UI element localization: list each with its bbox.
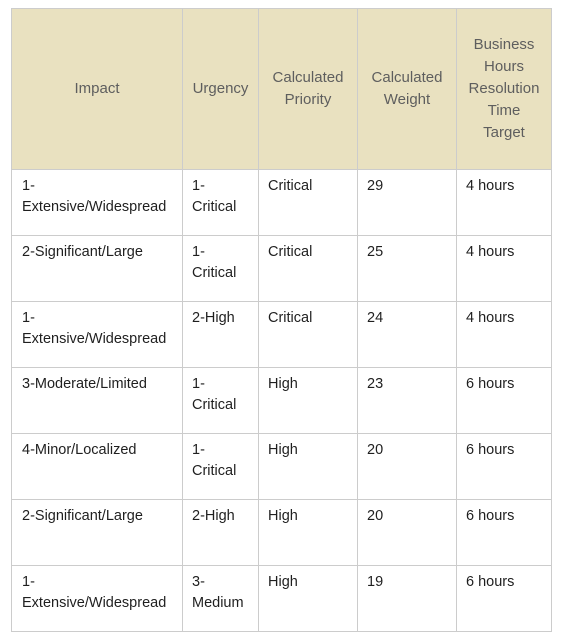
cell-calculated-priority: Critical <box>258 235 358 302</box>
cell-calculated-priority: High <box>258 433 358 500</box>
column-header-calculated-weight: Calculated Weight <box>357 8 457 170</box>
cell-resolution-time-target: 6 hours <box>456 367 552 434</box>
cell-resolution-time-target: 4 hours <box>456 301 552 368</box>
cell-calculated-weight: 20 <box>357 433 457 500</box>
cell-impact: 3-Moderate/Limited <box>11 367 183 434</box>
cell-calculated-weight: 25 <box>357 235 457 302</box>
cell-calculated-weight: 20 <box>357 499 457 566</box>
column-header-target-line-5: Target <box>483 123 525 141</box>
table-header: Impact Urgency Calculated Priority Calcu… <box>11 8 552 170</box>
cell-impact: 1-Extensive/Widespread <box>11 169 183 236</box>
priority-matrix-table: Impact Urgency Calculated Priority Calcu… <box>11 8 552 632</box>
column-header-impact: Impact <box>11 8 183 170</box>
column-header-urgency-line-1: Urgency <box>192 80 249 98</box>
table-body: 1-Extensive/Widespread 1-Critical Critic… <box>11 169 552 632</box>
cell-calculated-priority: Critical <box>258 301 358 368</box>
table-row: 2-Significant/Large 1-Critical Critical … <box>11 235 552 302</box>
cell-calculated-priority: High <box>258 499 358 566</box>
table-row: 1-Extensive/Widespread 2-High Critical 2… <box>11 301 552 368</box>
cell-resolution-time-target: 4 hours <box>456 169 552 236</box>
cell-resolution-time-target: 6 hours <box>456 499 552 566</box>
cell-calculated-weight: 23 <box>357 367 457 434</box>
column-header-target-line-3: Resolution <box>468 80 540 98</box>
column-header-calculated-weight-line-1: Calculated <box>371 69 443 87</box>
column-header-target-line-4: Time <box>487 101 521 119</box>
column-header-calculated-priority-line-2: Priority <box>284 91 332 108</box>
column-header-target-line-2: Hours <box>483 58 524 76</box>
table-row: 2-Significant/Large 2-High High 20 6 hou… <box>11 499 552 566</box>
cell-calculated-weight: 19 <box>357 565 457 632</box>
cell-urgency: 1-Critical <box>182 433 259 500</box>
cell-urgency: 3-Medium <box>182 565 259 632</box>
cell-impact: 4-Minor/Localized <box>11 433 183 500</box>
table-row: 3-Moderate/Limited 1-Critical High 23 6 … <box>11 367 552 434</box>
cell-calculated-priority: Critical <box>258 169 358 236</box>
table-row: 1-Extensive/Widespread 3-Medium High 19 … <box>11 565 552 632</box>
cell-urgency: 1-Critical <box>182 169 259 236</box>
cell-urgency: 2-High <box>182 499 259 566</box>
cell-calculated-weight: 29 <box>357 169 457 236</box>
cell-calculated-priority: High <box>258 367 358 434</box>
column-header-target-line-1: Business <box>473 36 535 54</box>
cell-impact: 2-Significant/Large <box>11 235 183 302</box>
cell-resolution-time-target: 6 hours <box>456 433 552 500</box>
cell-urgency: 1-Critical <box>182 367 259 434</box>
cell-calculated-priority: High <box>258 565 358 632</box>
cell-urgency: 1-Critical <box>182 235 259 302</box>
column-header-urgency: Urgency <box>182 8 259 170</box>
cell-calculated-weight: 24 <box>357 301 457 368</box>
header-row: Impact Urgency Calculated Priority Calcu… <box>11 8 552 170</box>
column-header-calculated-priority-line-1: Calculated <box>272 69 344 87</box>
column-header-business-hours-resolution-time-target: Business Hours Resolution Time Target <box>456 8 552 170</box>
cell-impact: 1-Extensive/Widespread <box>11 301 183 368</box>
cell-resolution-time-target: 6 hours <box>456 565 552 632</box>
table-container: Impact Urgency Calculated Priority Calcu… <box>0 0 564 632</box>
column-header-calculated-priority: Calculated Priority <box>258 8 358 170</box>
table-row: 1-Extensive/Widespread 1-Critical Critic… <box>11 169 552 236</box>
cell-impact: 1-Extensive/Widespread <box>11 565 183 632</box>
cell-urgency: 2-High <box>182 301 259 368</box>
column-header-impact-line-1: Impact <box>74 80 120 98</box>
cell-resolution-time-target: 4 hours <box>456 235 552 302</box>
column-header-calculated-weight-line-2: Weight <box>383 91 431 108</box>
cell-impact: 2-Significant/Large <box>11 499 183 566</box>
table-row: 4-Minor/Localized 1-Critical High 20 6 h… <box>11 433 552 500</box>
